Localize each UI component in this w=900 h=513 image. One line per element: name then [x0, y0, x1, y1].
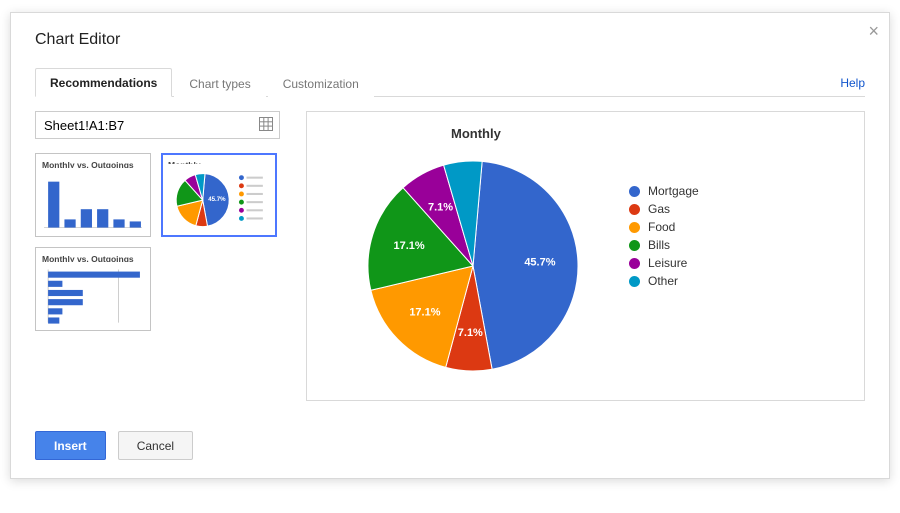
dialog-body: Monthly vs. Outgoings — [35, 111, 865, 401]
cancel-button[interactable]: Cancel — [118, 431, 193, 460]
legend-label: Leisure — [648, 256, 687, 270]
legend-label: Gas — [648, 202, 670, 216]
pie-slice-label: 45.7% — [524, 257, 555, 269]
chart-editor-dialog: × Chart Editor Recommendations Chart typ… — [10, 12, 890, 479]
tab-chart-types[interactable]: Chart types — [174, 69, 265, 97]
thumb-pie-chart[interactable]: Monthly 45.7% — [161, 153, 277, 237]
pie-slice-label: 45.7% — [208, 196, 226, 203]
thumb-bar-chart[interactable]: Monthly vs. Outgoings — [35, 247, 151, 331]
legend-swatch — [629, 204, 640, 215]
dialog-footer: Insert Cancel — [35, 431, 865, 460]
chart-legend: Mortgage Gas Food Bills Leisure Other — [629, 184, 699, 288]
chart-title: Monthly — [451, 126, 848, 141]
legend-swatch — [629, 258, 640, 269]
pie-slice-label: 17.1% — [409, 307, 440, 319]
legend-item: Gas — [629, 202, 699, 216]
tab-recommendations[interactable]: Recommendations — [35, 68, 172, 97]
thumb-label: Monthly vs. Outgoings — [42, 254, 144, 262]
thumb-label: Monthly vs. Outgoings — [42, 160, 144, 168]
pie-slice-label: 7.1% — [428, 201, 453, 213]
legend-item: Bills — [629, 238, 699, 252]
grid-select-icon[interactable] — [259, 117, 273, 134]
chart-preview-pane: Monthly 45.7% 7.1% 17.1% 17.1% 7.1% Mortgage… — [306, 111, 865, 401]
legend-label: Food — [648, 220, 675, 234]
insert-button[interactable]: Insert — [35, 431, 106, 460]
legend-swatch — [629, 240, 640, 251]
thumb-label: Monthly — [168, 160, 270, 164]
tabs-bar: Recommendations Chart types Customizatio… — [35, 67, 865, 97]
pie-slice-label: 7.1% — [458, 327, 483, 339]
tab-customization[interactable]: Customization — [268, 69, 374, 97]
data-range-field[interactable] — [35, 111, 280, 139]
data-range-input[interactable] — [44, 118, 259, 133]
legend-item: Leisure — [629, 256, 699, 270]
legend-label: Bills — [648, 238, 670, 252]
pie-chart: 45.7% 7.1% 17.1% 17.1% 7.1% — [323, 156, 623, 376]
legend-label: Mortgage — [648, 184, 699, 198]
legend-label: Other — [648, 274, 678, 288]
thumb-column-chart[interactable]: Monthly vs. Outgoings — [35, 153, 151, 237]
help-link[interactable]: Help — [840, 69, 865, 96]
dialog-title: Chart Editor — [35, 31, 865, 49]
legend-swatch — [629, 186, 640, 197]
legend-swatch — [629, 276, 640, 287]
legend-swatch — [629, 222, 640, 233]
legend-item: Other — [629, 274, 699, 288]
thumb-pie-preview: 45.7% — [168, 168, 270, 232]
legend-item: Food — [629, 220, 699, 234]
thumb-column-preview — [42, 172, 144, 232]
pie-slice-label: 17.1% — [393, 240, 424, 252]
left-column: Monthly vs. Outgoings — [35, 111, 290, 401]
thumb-bar-preview — [42, 266, 144, 326]
close-icon[interactable]: × — [868, 21, 879, 42]
thumbnail-grid: Monthly vs. Outgoings — [35, 153, 290, 331]
legend-item: Mortgage — [629, 184, 699, 198]
